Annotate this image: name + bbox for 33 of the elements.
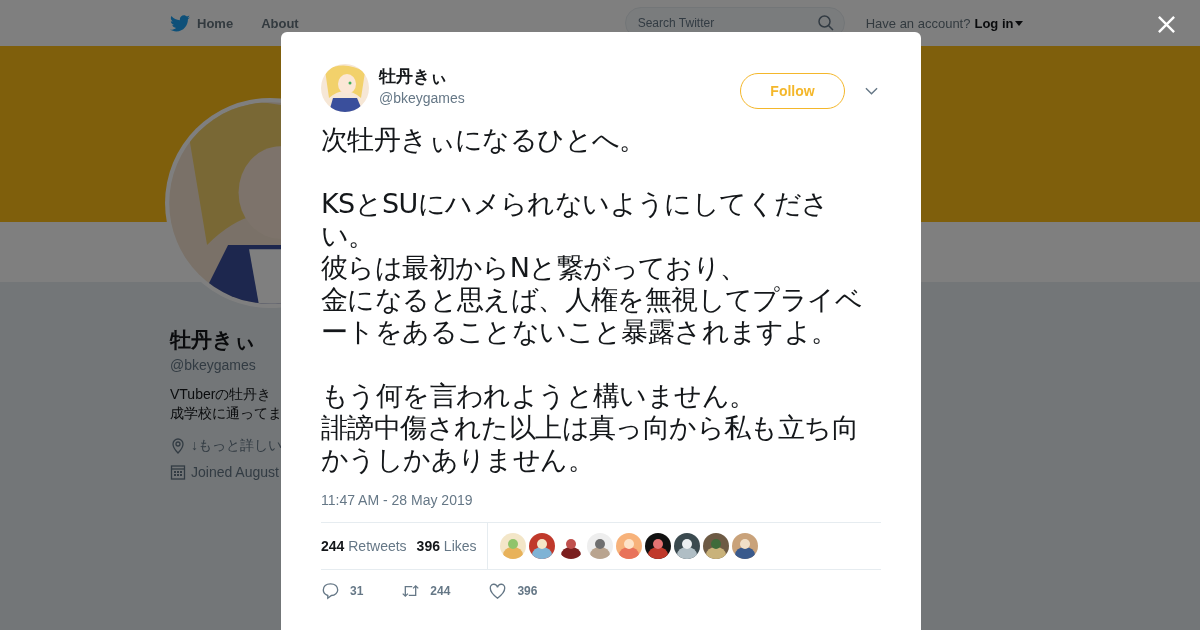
like-count[interactable]: 396 Likes — [416, 538, 477, 554]
profile-name: 牡丹きぃ — [170, 327, 256, 353]
author-handle: @bkeygames — [379, 89, 466, 106]
tweet-text-line: 彼らは最初からNと繋がっており、 — [321, 252, 747, 284]
tweet-text-line: もう何を言われようと構いません。 — [321, 380, 756, 412]
about-link[interactable]: About — [261, 15, 299, 31]
retweet-count[interactable]: 244 Retweets — [321, 538, 407, 554]
tweet-text-line: 誹謗中傷された以上は真っ向から私も立ち向かうしかありません。 — [321, 412, 859, 476]
profile-joined: Joined August — [191, 464, 279, 480]
location-icon — [170, 438, 186, 454]
tweet-text-line: 次牡丹きぃになるひとへ。 — [321, 124, 646, 156]
action-count: 244 — [430, 584, 451, 598]
retweet-icon[interactable] — [401, 582, 421, 600]
profile-handle: @bkeygames — [170, 357, 256, 373]
heart-icon[interactable] — [488, 582, 508, 600]
reply-icon[interactable] — [321, 582, 340, 600]
caret-icon — [1015, 20, 1024, 26]
search-icon — [817, 15, 834, 31]
close-icon[interactable] — [1157, 15, 1176, 34]
author-name: 牡丹きぃ — [379, 65, 448, 88]
profile-bio-line: 成学校に通ってま — [170, 404, 282, 423]
chevron-down-icon[interactable] — [865, 87, 878, 95]
action-count: 31 — [350, 584, 364, 598]
home-link[interactable]: Home — [197, 15, 234, 31]
profile-bio-line: VTuberの牡丹き — [170, 385, 272, 404]
account-prompt: Have an account? — [865, 15, 971, 31]
profile-location: ↓もっと詳しい — [191, 437, 282, 455]
tweet-text-line: KSとSUにハメられないようにしてください。 — [321, 188, 830, 252]
calendar-icon — [170, 464, 186, 480]
action-count: 396 — [517, 584, 538, 598]
tweet-text-line: 金になると思えば、人権を無視してプライベートをあることないこと暴露されますよ。 — [321, 284, 863, 348]
login-link[interactable]: Log in — [974, 15, 1014, 31]
tweet-timestamp: 11:47 AM - 28 May 2019 — [321, 492, 474, 508]
